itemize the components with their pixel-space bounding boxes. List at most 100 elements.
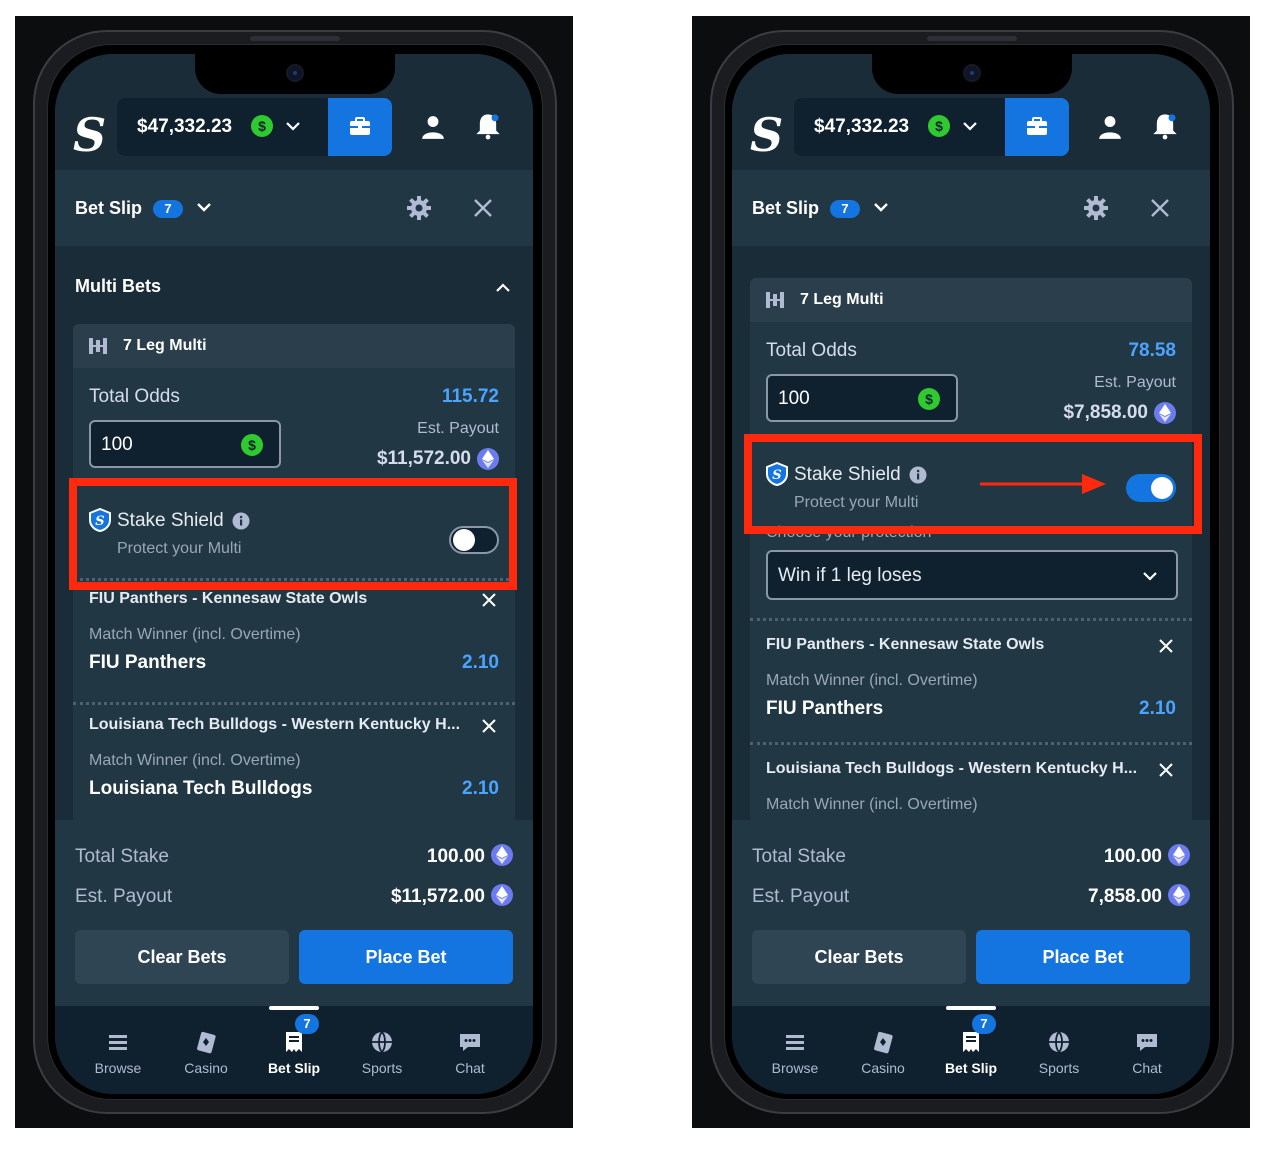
bottom-nav: Browse Casino Bet Slip 7 Sports Chat	[55, 1006, 533, 1094]
footer-est-payout-value: $11,572.00	[390, 886, 485, 907]
balance-amount: $47,332.23	[814, 116, 910, 137]
arrow-icon	[980, 474, 1106, 494]
usd-coin-icon: $	[918, 388, 940, 410]
betslip-count-badge: 7	[972, 1014, 996, 1034]
nav-label: Casino	[184, 1060, 228, 1076]
nav-label: Chat	[455, 1060, 485, 1076]
total-stake-value: 100.00	[426, 846, 485, 867]
betslip-footer: Total Stake 100.00 Est. Payout $11,572.0…	[55, 820, 533, 1006]
place-bet-button[interactable]: Place Bet	[976, 930, 1190, 984]
nav-sports[interactable]: Sports	[342, 1030, 422, 1076]
nav-casino[interactable]: Casino	[166, 1030, 246, 1076]
nav-browse[interactable]: Browse	[78, 1030, 158, 1076]
chevron-up-icon[interactable]	[495, 280, 511, 296]
stake-logo[interactable]: S	[73, 108, 106, 162]
total-stake-label: Total Stake	[75, 846, 169, 867]
betslip-header[interactable]: Bet Slip 7	[732, 170, 1210, 246]
multi-card-header: 7 Leg Multi	[750, 278, 1192, 322]
gear-icon[interactable]	[407, 196, 431, 220]
gear-icon[interactable]	[1084, 196, 1108, 220]
footer-est-payout-label: Est. Payout	[752, 886, 850, 907]
chevron-down-icon	[286, 122, 300, 131]
place-bet-button[interactable]: Place Bet	[299, 930, 513, 984]
nav-label: Casino	[861, 1060, 905, 1076]
wallet-balance-dropdown[interactable]: $47,332.23 $	[117, 98, 392, 156]
leg-event: FIU Panthers - Kennesaw State Owls	[766, 636, 1045, 653]
usd-coin-icon: $	[241, 434, 263, 456]
bet-count-badge: 7	[830, 200, 860, 218]
eth-coin-icon	[491, 844, 513, 866]
eth-coin-icon	[1168, 884, 1190, 906]
bell-icon[interactable]	[1151, 112, 1179, 140]
highlight-box-before	[69, 478, 517, 590]
leg-market: Match Winner (incl. Overtime)	[766, 672, 978, 689]
casino-icon	[197, 1031, 216, 1054]
multi-icon	[766, 292, 784, 308]
leg-event: FIU Panthers - Kennesaw State Owls	[89, 590, 368, 607]
close-icon[interactable]	[473, 198, 493, 218]
wallet-balance-dropdown[interactable]: $47,332.23 $	[794, 98, 1069, 156]
usd-coin-icon: $	[251, 115, 273, 137]
est-payout-value: $7,858.00	[1063, 402, 1148, 423]
nav-label: Sports	[361, 1060, 403, 1076]
menu-icon	[109, 1035, 127, 1050]
nav-label: Browse	[771, 1060, 819, 1076]
leg-odds: 2.10	[462, 652, 499, 673]
nav-betslip[interactable]: Bet Slip	[254, 1030, 334, 1076]
betslip-title: Bet Slip	[752, 198, 820, 218]
casino-icon	[874, 1031, 893, 1054]
nav-sports[interactable]: Sports	[1019, 1030, 1099, 1076]
stake-input[interactable]: 100 $	[766, 374, 958, 422]
footer-est-payout-label: Est. Payout	[75, 886, 173, 907]
user-icon[interactable]	[420, 114, 446, 140]
clear-bets-button[interactable]: Clear Bets	[75, 930, 289, 984]
chevron-down-icon[interactable]	[195, 198, 213, 216]
wallet-button[interactable]	[328, 98, 392, 156]
nav-chat[interactable]: Chat	[1107, 1030, 1187, 1076]
camera	[286, 64, 304, 82]
stake-input[interactable]: 100 $	[89, 420, 281, 468]
user-icon[interactable]	[1097, 114, 1123, 140]
leg-event: Louisiana Tech Bulldogs - Western Kentuc…	[766, 760, 1138, 777]
remove-leg-icon[interactable]	[481, 718, 497, 734]
wallet-button[interactable]	[1005, 98, 1069, 156]
multi-card-header: 7 Leg Multi	[73, 324, 515, 368]
nav-casino[interactable]: Casino	[843, 1030, 923, 1076]
clear-bets-button[interactable]: Clear Bets	[752, 930, 966, 984]
multi-bet-card: 7 Leg Multi Total Odds 78.58 100 $ Est. …	[750, 278, 1192, 820]
multi-label: 7 Leg Multi	[800, 291, 884, 308]
nav-betslip[interactable]: Bet Slip	[931, 1030, 1011, 1076]
leg-item: Louisiana Tech Bulldogs - Western Kentuc…	[73, 704, 515, 820]
sports-icon	[1049, 1031, 1069, 1053]
chevron-down-icon	[963, 122, 977, 131]
est-payout-label: Est. Payout	[417, 420, 499, 437]
protection-select[interactable]: Win if 1 leg loses	[766, 550, 1178, 600]
remove-leg-icon[interactable]	[1158, 762, 1174, 778]
sports-icon	[372, 1031, 392, 1053]
notch	[872, 54, 1072, 94]
leg-item: FIU Panthers - Kennesaw State Owls Match…	[73, 580, 515, 700]
earpiece	[927, 36, 1017, 41]
chevron-down-icon	[1143, 572, 1157, 581]
multi-label: 7 Leg Multi	[123, 337, 207, 354]
remove-leg-icon[interactable]	[481, 592, 497, 608]
leg-market: Match Winner (incl. Overtime)	[89, 626, 301, 643]
stake-logo[interactable]: S	[750, 108, 783, 162]
leg-item: FIU Panthers - Kennesaw State Owls Match…	[750, 620, 1192, 740]
total-stake-label: Total Stake	[752, 846, 846, 867]
remove-leg-icon[interactable]	[1158, 638, 1174, 654]
menu-icon	[786, 1035, 804, 1050]
betslip-header[interactable]: Bet Slip 7	[55, 170, 533, 246]
nav-browse[interactable]: Browse	[755, 1030, 835, 1076]
chat-icon	[460, 1034, 480, 1051]
bell-icon[interactable]	[474, 112, 502, 140]
earpiece	[250, 36, 340, 41]
nav-label: Sports	[1038, 1060, 1080, 1076]
leg-selection: FIU Panthers	[89, 652, 207, 673]
bottom-nav: Browse Casino Bet Slip 7 Sports Chat	[732, 1006, 1210, 1094]
chevron-down-icon[interactable]	[872, 198, 890, 216]
close-icon[interactable]	[1150, 198, 1170, 218]
nav-chat[interactable]: Chat	[430, 1030, 510, 1076]
nav-label: Chat	[1132, 1060, 1162, 1076]
protection-value: Win if 1 leg loses	[778, 565, 922, 586]
